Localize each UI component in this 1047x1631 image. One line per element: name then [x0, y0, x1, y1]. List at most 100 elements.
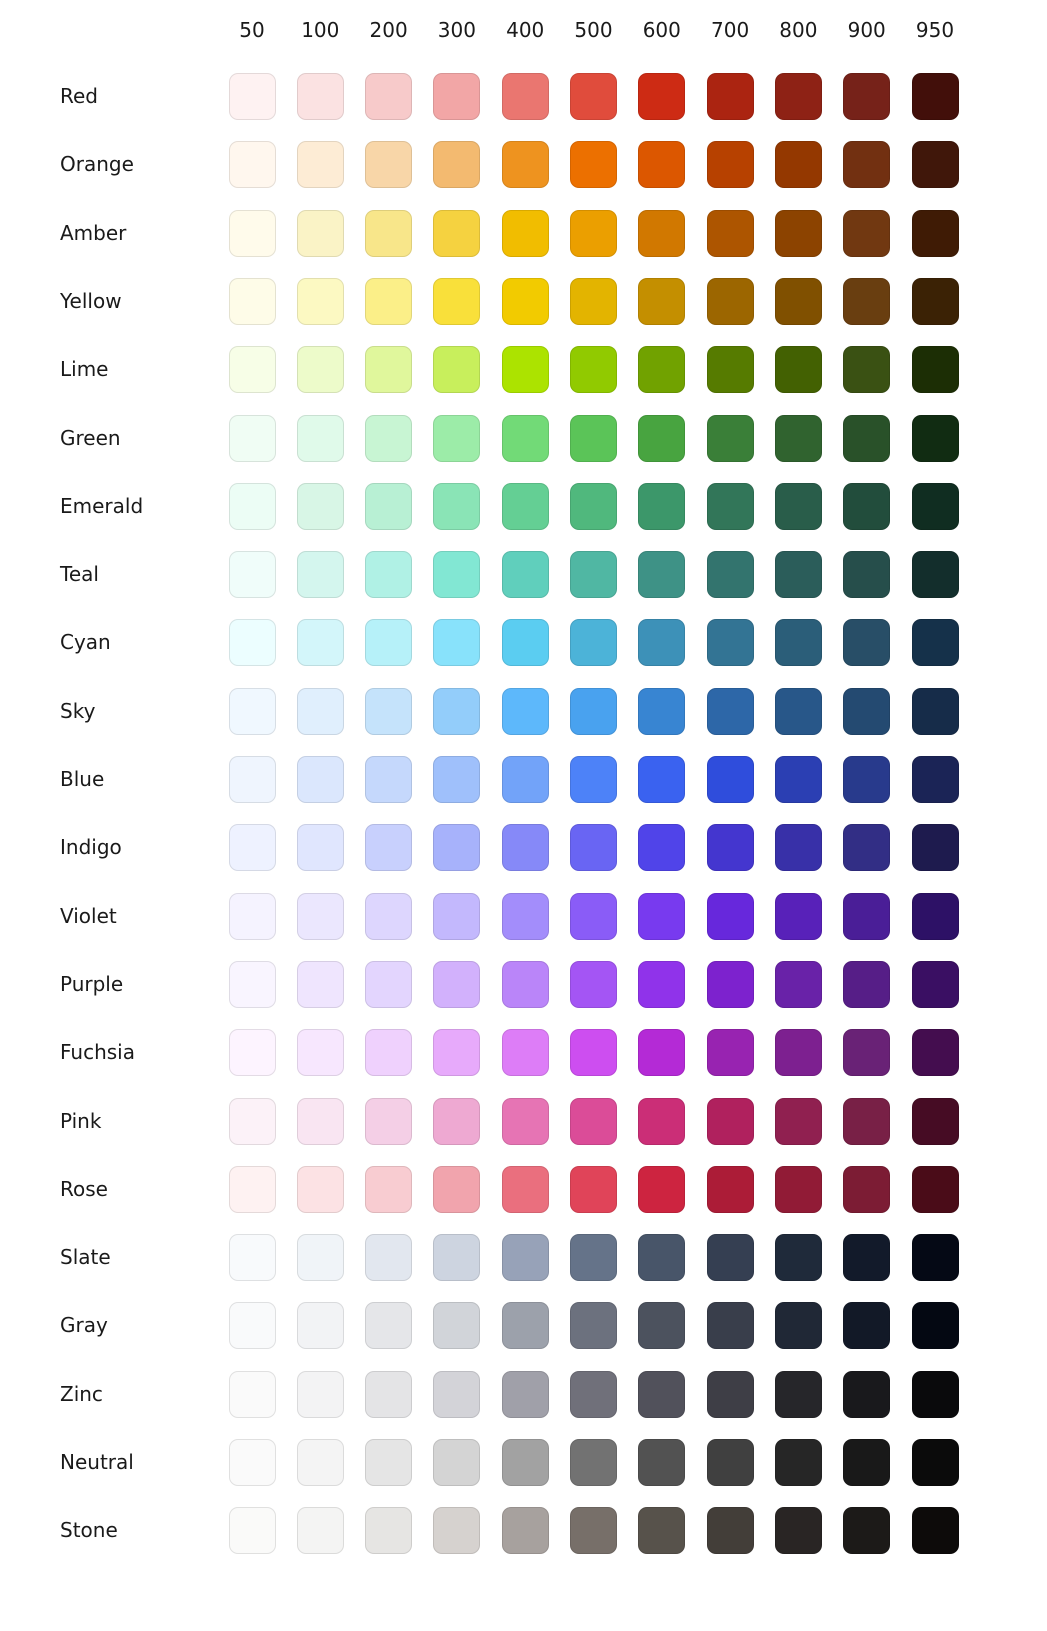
swatch-yellow-400[interactable]	[501, 277, 549, 325]
swatch-purple-800[interactable]	[774, 960, 822, 1008]
swatch-fuchsia-50[interactable]	[228, 1029, 276, 1077]
swatch-orange-100[interactable]	[296, 141, 344, 189]
swatch-slate-100[interactable]	[296, 1234, 344, 1282]
swatch-violet-200[interactable]	[365, 892, 413, 940]
swatch-gray-950[interactable]	[911, 1302, 959, 1350]
swatch-zinc-950[interactable]	[911, 1370, 959, 1418]
swatch-yellow-950[interactable]	[911, 277, 959, 325]
swatch-yellow-500[interactable]	[570, 277, 617, 325]
swatch-orange-500[interactable]	[570, 141, 617, 189]
swatch-teal-50[interactable]	[228, 551, 276, 599]
swatch-rose-50[interactable]	[228, 1165, 276, 1213]
swatch-purple-600[interactable]	[638, 960, 686, 1008]
swatch-red-950[interactable]	[911, 73, 959, 120]
swatch-teal-700[interactable]	[706, 551, 754, 599]
swatch-slate-800[interactable]	[774, 1234, 822, 1282]
swatch-red-500[interactable]	[570, 73, 617, 120]
swatch-yellow-100[interactable]	[296, 277, 344, 325]
swatch-teal-950[interactable]	[911, 551, 959, 599]
swatch-red-200[interactable]	[365, 73, 413, 120]
swatch-red-700[interactable]	[706, 73, 754, 120]
swatch-gray-900[interactable]	[843, 1302, 891, 1350]
swatch-orange-200[interactable]	[365, 141, 413, 189]
swatch-blue-950[interactable]	[911, 756, 959, 803]
swatch-slate-200[interactable]	[365, 1234, 413, 1282]
swatch-violet-100[interactable]	[296, 892, 344, 940]
swatch-lime-300[interactable]	[433, 346, 481, 394]
swatch-stone-400[interactable]	[501, 1507, 549, 1555]
swatch-violet-950[interactable]	[911, 892, 959, 940]
swatch-green-300[interactable]	[433, 414, 481, 462]
swatch-teal-800[interactable]	[774, 551, 822, 599]
swatch-purple-700[interactable]	[706, 960, 754, 1008]
swatch-sky-900[interactable]	[843, 687, 891, 735]
swatch-green-900[interactable]	[843, 414, 891, 462]
swatch-gray-400[interactable]	[501, 1302, 549, 1350]
swatch-orange-800[interactable]	[774, 141, 822, 189]
swatch-violet-600[interactable]	[638, 892, 686, 940]
swatch-amber-700[interactable]	[706, 209, 754, 257]
swatch-indigo-200[interactable]	[365, 824, 413, 872]
swatch-lime-600[interactable]	[638, 346, 686, 394]
swatch-purple-50[interactable]	[228, 960, 276, 1008]
swatch-neutral-50[interactable]	[228, 1439, 276, 1486]
swatch-teal-100[interactable]	[296, 551, 344, 599]
swatch-zinc-200[interactable]	[365, 1370, 413, 1418]
swatch-violet-500[interactable]	[570, 892, 617, 940]
swatch-emerald-600[interactable]	[638, 482, 686, 530]
swatch-zinc-400[interactable]	[501, 1370, 549, 1418]
swatch-emerald-800[interactable]	[774, 482, 822, 530]
swatch-lime-700[interactable]	[706, 346, 754, 394]
swatch-sky-700[interactable]	[706, 687, 754, 735]
swatch-indigo-700[interactable]	[706, 824, 754, 872]
swatch-orange-950[interactable]	[911, 141, 959, 189]
swatch-amber-800[interactable]	[774, 209, 822, 257]
swatch-cyan-900[interactable]	[843, 619, 891, 667]
swatch-neutral-700[interactable]	[706, 1439, 754, 1486]
swatch-gray-200[interactable]	[365, 1302, 413, 1350]
swatch-sky-800[interactable]	[774, 687, 822, 735]
swatch-yellow-700[interactable]	[706, 277, 754, 325]
swatch-teal-500[interactable]	[570, 551, 617, 599]
swatch-blue-200[interactable]	[365, 756, 413, 803]
swatch-purple-400[interactable]	[501, 960, 549, 1008]
swatch-slate-50[interactable]	[228, 1234, 276, 1282]
swatch-amber-900[interactable]	[843, 209, 891, 257]
swatch-neutral-800[interactable]	[774, 1439, 822, 1486]
swatch-green-100[interactable]	[296, 414, 344, 462]
swatch-gray-500[interactable]	[570, 1302, 617, 1350]
swatch-red-400[interactable]	[501, 73, 549, 120]
swatch-indigo-900[interactable]	[843, 824, 891, 872]
swatch-stone-800[interactable]	[774, 1507, 822, 1555]
swatch-rose-300[interactable]	[433, 1165, 481, 1213]
swatch-lime-900[interactable]	[843, 346, 891, 394]
swatch-green-500[interactable]	[570, 414, 617, 462]
swatch-yellow-300[interactable]	[433, 277, 481, 325]
swatch-slate-500[interactable]	[570, 1234, 617, 1282]
swatch-zinc-700[interactable]	[706, 1370, 754, 1418]
swatch-sky-100[interactable]	[296, 687, 344, 735]
swatch-rose-800[interactable]	[774, 1165, 822, 1213]
swatch-stone-50[interactable]	[228, 1507, 276, 1555]
swatch-amber-100[interactable]	[296, 209, 344, 257]
swatch-indigo-50[interactable]	[228, 824, 276, 872]
swatch-sky-300[interactable]	[433, 687, 481, 735]
swatch-fuchsia-100[interactable]	[296, 1029, 344, 1077]
swatch-indigo-950[interactable]	[911, 824, 959, 872]
swatch-blue-100[interactable]	[296, 756, 344, 803]
swatch-slate-300[interactable]	[433, 1234, 481, 1282]
swatch-cyan-300[interactable]	[433, 619, 481, 667]
swatch-fuchsia-500[interactable]	[570, 1029, 617, 1077]
swatch-amber-500[interactable]	[570, 209, 617, 257]
swatch-blue-400[interactable]	[501, 756, 549, 803]
swatch-purple-950[interactable]	[911, 960, 959, 1008]
swatch-sky-600[interactable]	[638, 687, 686, 735]
swatch-emerald-500[interactable]	[570, 482, 617, 530]
swatch-blue-800[interactable]	[774, 756, 822, 803]
swatch-blue-500[interactable]	[570, 756, 617, 803]
swatch-neutral-200[interactable]	[365, 1439, 413, 1486]
swatch-pink-900[interactable]	[843, 1097, 891, 1145]
swatch-orange-600[interactable]	[638, 141, 686, 189]
swatch-sky-500[interactable]	[570, 687, 617, 735]
swatch-fuchsia-700[interactable]	[706, 1029, 754, 1077]
